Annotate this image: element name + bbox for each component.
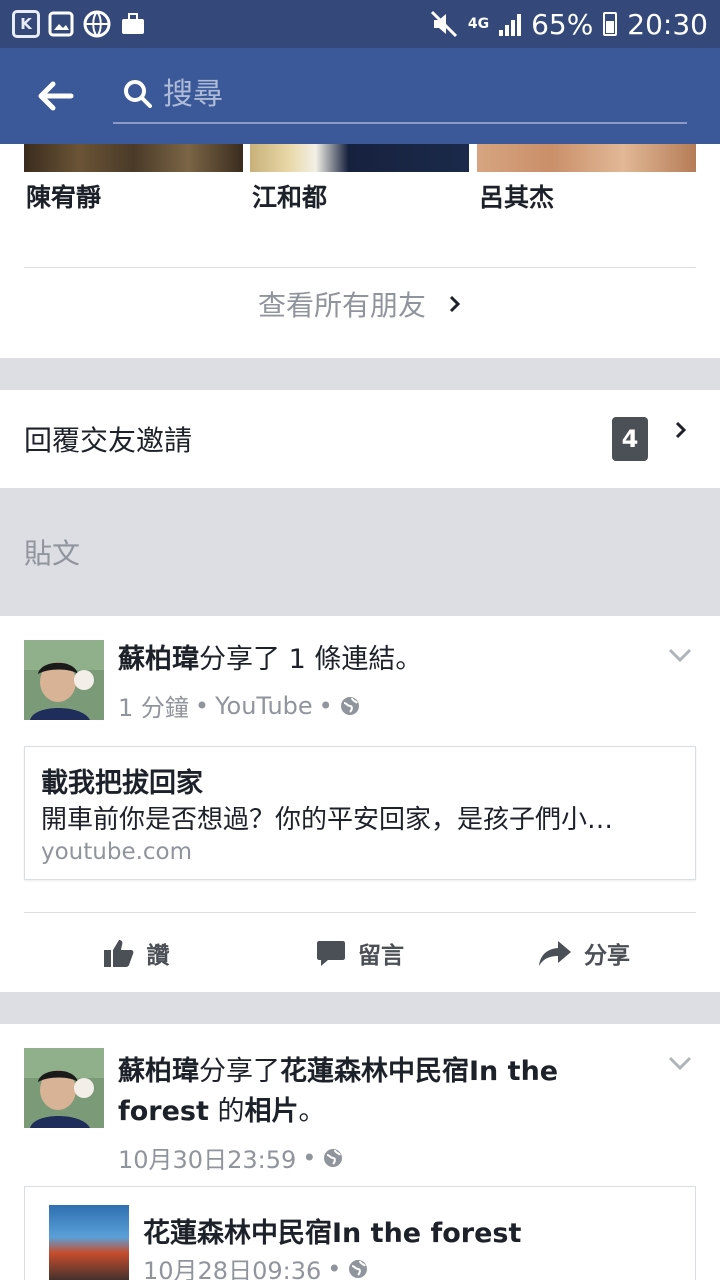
post-header: 蘇柏瑋分享了花蓮森林中民宿In the forest 的相片。 [118,1052,638,1132]
chevron-down-icon[interactable] [668,648,692,662]
shared-post-card[interactable]: 花蓮森林中民宿In the forest 10月28日09:36 • [24,1186,696,1280]
see-all-friends-link[interactable]: 查看所有朋友 [0,284,720,324]
friend-card[interactable]: 呂其杰 [477,144,696,212]
post-period: 。 [298,1096,326,1127]
globe-icon [340,696,359,715]
link-title: 載我把拔回家 [41,768,203,799]
post-card: 蘇柏瑋分享了 1 條連結。 1 分鐘 • YouTube • 載我把拔回家 開車… [0,616,720,992]
post-card: 蘇柏瑋分享了花蓮森林中民宿In the forest 的相片。 10月30日23… [0,1024,720,1280]
friend-card[interactable]: 陳宥靜 [24,144,243,212]
thumbs-up-icon [103,939,133,967]
friend-name[interactable]: 江和都 [252,178,327,214]
link-domain: youtube.com [41,839,193,865]
post-action-suffix: 的 [208,1096,245,1127]
search-icon [124,80,152,108]
battery-percent: 65% [531,7,594,41]
friend-photo[interactable] [477,144,696,172]
link-description: 開車前你是否想過？你的平安回家，是孩子們小… [41,805,614,835]
chevron-down-icon[interactable] [668,1056,692,1070]
post-time[interactable]: 10月30日23:59 [118,1140,296,1175]
share-button[interactable]: 分享 [472,913,696,992]
app-header [0,48,720,144]
friend-photo[interactable] [250,144,469,172]
chevron-right-icon [675,421,687,439]
globe-icon [83,10,111,38]
comment-label: 留言 [358,942,404,969]
posts-section-header: 貼文 [0,488,720,616]
comment-button[interactable]: 留言 [248,913,472,992]
gallery-icon [48,11,74,37]
network-type: 4G [467,16,490,32]
friend-name[interactable]: 呂其杰 [479,178,554,214]
signal-icon [499,12,522,36]
search-bar[interactable] [113,66,687,124]
briefcase-icon [122,13,144,34]
shared-page-title[interactable]: 花蓮森林中民宿In the forest [143,1211,521,1250]
friend-requests-label: 回覆交友邀請 [24,424,193,457]
post-time[interactable]: 1 分鐘 [118,688,189,723]
avatar[interactable] [24,1048,104,1128]
link-preview-card[interactable]: 載我把拔回家 開車前你是否想過？你的平安回家，是孩子們小… youtube.co… [24,746,696,880]
share-icon [539,940,571,966]
post-meta: 10月30日23:59 • [118,1140,344,1175]
avatar[interactable] [24,640,104,720]
post-action: 分享了 [199,1056,280,1087]
friend-name[interactable]: 陳宥靜 [26,178,101,214]
post-actions: 讚 留言 分享 [24,912,696,992]
friend-photo[interactable] [24,144,243,172]
posts-label: 貼文 [24,537,81,570]
friends-section: 陳宥靜 江和都 呂其杰 查看所有朋友 [0,144,720,358]
search-input[interactable] [163,76,687,112]
request-count-badge: 4 [612,417,648,461]
page-thumbnail[interactable] [49,1205,129,1280]
friend-card[interactable]: 江和都 [250,144,469,212]
see-all-label: 查看所有朋友 [257,289,426,322]
app-notification-icon: K [12,10,40,38]
comment-icon [317,940,345,966]
post-author[interactable]: 蘇柏瑋 [118,1056,199,1087]
post-author[interactable]: 蘇柏瑋 [118,644,199,675]
chevron-right-icon [449,295,461,313]
post-action: 分享了 1 條連結。 [199,644,423,675]
post-header: 蘇柏瑋分享了 1 條連結。 [118,640,422,680]
shared-post-meta: 10月28日09:36 • [143,1251,369,1280]
shared-post-time[interactable]: 10月28日09:36 [143,1251,321,1280]
friend-requests-row[interactable]: 回覆交友邀請 4 [0,390,720,488]
globe-icon [324,1148,343,1167]
clock: 20:30 [627,7,708,41]
post-meta: 1 分鐘 • YouTube • [118,688,361,723]
battery-icon [603,12,618,36]
share-label: 分享 [584,942,630,969]
mute-icon [430,10,457,38]
back-arrow-icon [38,81,74,111]
like-button[interactable]: 讚 [24,913,248,992]
like-label: 讚 [146,942,170,969]
globe-icon [349,1259,368,1278]
divider [24,267,696,268]
back-button[interactable] [0,48,110,144]
shared-object[interactable]: 相片 [245,1096,299,1127]
post-source: YouTube [215,691,313,720]
status-bar: K 4G 65% 20:30 [0,0,720,48]
